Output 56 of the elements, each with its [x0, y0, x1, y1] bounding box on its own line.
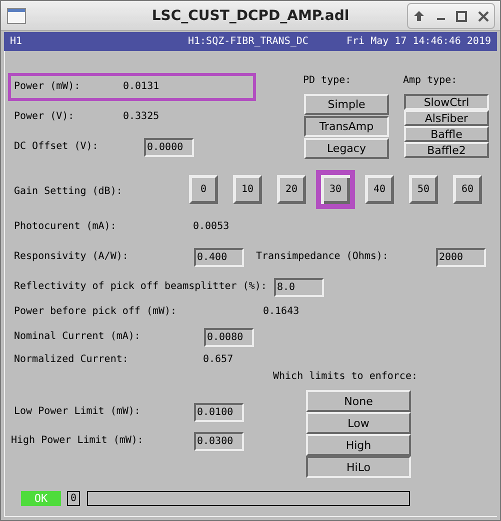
input-field[interactable]: 0.400 — [194, 248, 244, 267]
readout-value: 0.657 — [203, 353, 234, 367]
pd-type-label: PD type: — [303, 74, 352, 88]
gain-button[interactable]: 20 — [277, 175, 306, 204]
input-field[interactable]: 0.0300 — [194, 432, 244, 451]
input-field[interactable]: 0.0100 — [194, 403, 244, 422]
field-label: Responsivity (A/W): — [14, 250, 128, 264]
limit-button[interactable]: High — [306, 434, 411, 456]
amp-type-button[interactable]: SlowCtrl — [404, 94, 489, 110]
field-label: Power before pick off (mW): — [14, 305, 177, 319]
input-field[interactable]: 0.0080 — [204, 328, 254, 347]
gain-button[interactable]: 50 — [409, 175, 438, 204]
channel-name: H1:SQZ-FIBR_TRANS_DC — [188, 36, 308, 47]
maximize-icon[interactable] — [456, 10, 468, 22]
gain-button[interactable]: 40 — [365, 175, 394, 204]
status-indicator: OK — [21, 491, 61, 506]
input-field[interactable]: 8.0 — [274, 278, 324, 297]
limit-button[interactable]: HiLo — [306, 456, 411, 478]
window-title: LSC_CUST_DCPD_AMP.adl — [152, 8, 350, 24]
window-icon[interactable] — [7, 8, 26, 24]
limits-label: Which limits to enforce: — [273, 370, 418, 384]
site-label: H1 — [10, 36, 22, 47]
amp-type-label: Amp type: — [403, 74, 458, 88]
readout-value: 0.0053 — [193, 220, 230, 234]
field-label: Nominal Current (mA): — [14, 330, 140, 344]
field-label: Power (V): — [14, 110, 74, 124]
field-label: Normalized Current: — [14, 353, 128, 367]
gain-label: Gain Setting (dB): — [14, 185, 122, 199]
amp-type-button[interactable]: Baffle2 — [404, 142, 489, 158]
count-indicator: 0 — [67, 491, 80, 506]
field-label: Photocurent (mA): — [14, 220, 116, 234]
gain-button[interactable]: 10 — [233, 175, 262, 204]
readout-value: 0.3325 — [123, 110, 160, 124]
input-field[interactable]: 0.0000 — [144, 138, 194, 157]
field-label: High Power Limit (mW): — [11, 434, 144, 448]
input-field[interactable]: 2000 — [436, 248, 486, 267]
limit-button[interactable]: None — [306, 390, 411, 412]
field-label: Reflectivity of pick off beamsplitter (%): — [14, 280, 267, 294]
limit-button[interactable]: Low — [306, 412, 411, 434]
amp-type-button[interactable]: AlsFiber — [404, 110, 489, 126]
readout-value: 0.0131 — [123, 80, 160, 94]
pd-type-button[interactable]: TransAmp — [304, 116, 389, 137]
gain-button[interactable]: 30 — [316, 170, 355, 209]
pd-type-button[interactable]: Legacy — [304, 138, 389, 159]
pd-type-button[interactable]: Simple — [304, 94, 389, 115]
gain-button[interactable]: 0 — [189, 175, 218, 204]
amp-type-button[interactable]: Baffle — [404, 126, 489, 142]
arrow-up-icon[interactable] — [413, 10, 426, 22]
field-label: Low Power Limit (mW): — [14, 405, 140, 419]
field-label: Power (mW): — [14, 80, 80, 94]
close-icon[interactable] — [478, 10, 489, 22]
readout-value: 0.1643 — [263, 305, 300, 319]
timestamp: Fri May 17 14:46:46 2019 — [346, 36, 491, 47]
field-label: DC Offset (V): — [14, 140, 98, 154]
field-label: Transimpedance (Ohms): — [256, 250, 388, 264]
gain-button[interactable]: 60 — [453, 175, 482, 204]
